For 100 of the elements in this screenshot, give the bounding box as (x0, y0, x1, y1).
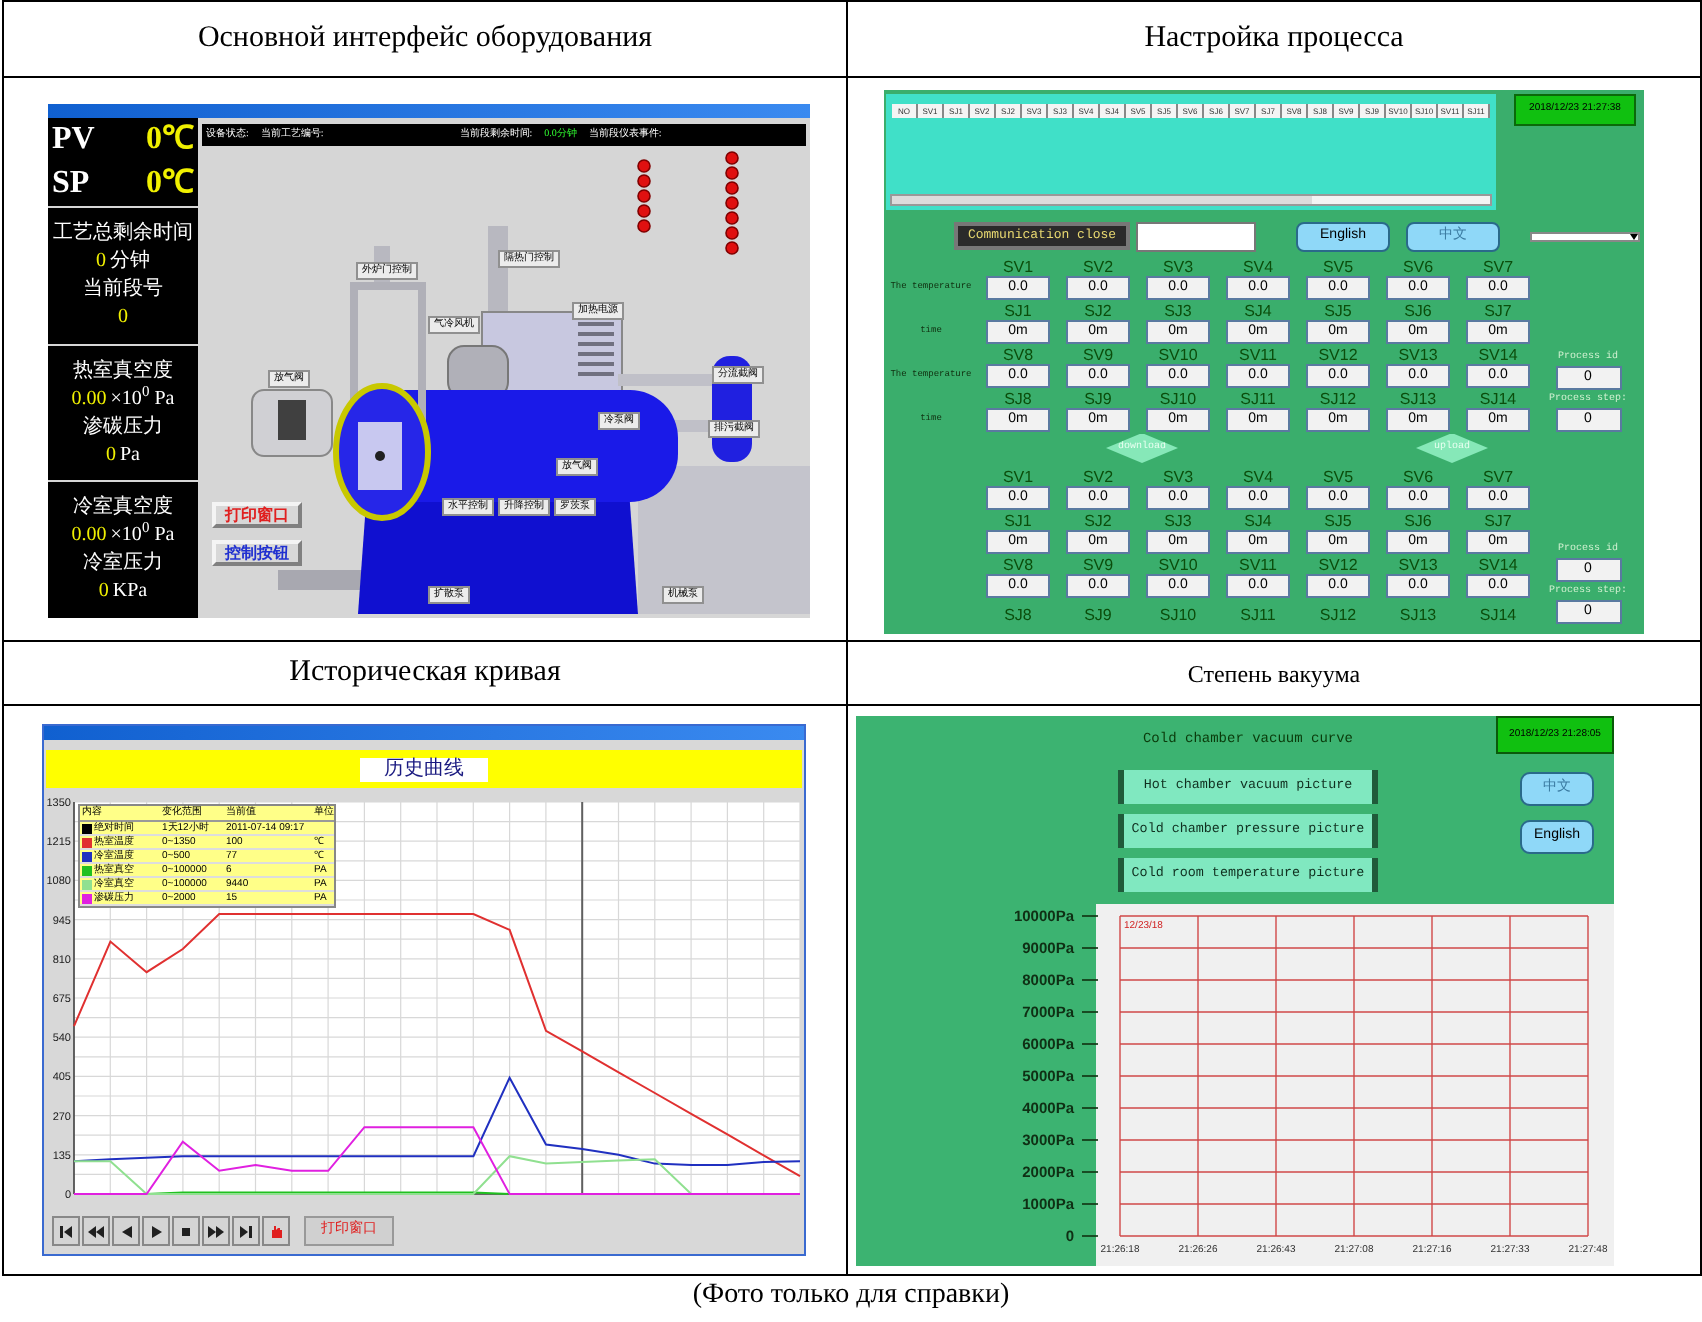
reading-value: 0 (98, 580, 109, 605)
parameter-label: SJ8 (1004, 606, 1032, 624)
parameter-label: SJ10 (1159, 606, 1197, 624)
reading-label: 当前段号 (83, 277, 163, 302)
parameter-label: SV14 (1478, 346, 1518, 364)
parameter-label: SV7 (1482, 468, 1514, 486)
parameter-label: SV8 (1002, 556, 1034, 574)
figure-heading: Настройка процесса (1144, 20, 1404, 59)
parameter-label: SV5 (1322, 258, 1354, 276)
dropdown[interactable] (1530, 231, 1640, 241)
reading-label: ×10$^{0}$ Pa (110, 387, 175, 411)
parameter-label: SV9 (1082, 556, 1114, 574)
parameter-label: SJ3 (1164, 302, 1192, 320)
parameter-label: SV12 (1318, 346, 1358, 364)
parameter-label: SJ11 (1240, 390, 1276, 408)
parameter-label: SJ12 (1319, 606, 1357, 624)
diagram-button[interactable]: 控制按钮 (212, 540, 302, 566)
chart-title: 历史曲线 (360, 757, 488, 781)
parameter-label: SV7 (1482, 258, 1514, 276)
skip-forward-icon (238, 1223, 254, 1239)
rewind-icon (88, 1223, 104, 1239)
parameter-label: SJ9 (1084, 606, 1112, 624)
reading-label: 冷室压力 (83, 552, 163, 577)
parameter-label: SJ13 (1399, 390, 1437, 408)
parameter-label: SJ9 (1084, 390, 1112, 408)
parameter-label: SV6 (1402, 258, 1434, 276)
reading-value: 0.00 (71, 387, 107, 411)
play-button[interactable] (142, 1216, 170, 1246)
reading-label: 热室真空度 (73, 359, 173, 383)
parameter-label: SJ3 (1164, 512, 1192, 530)
parameter-label: SV4 (1242, 258, 1274, 276)
parameter-label: SJ14 (1479, 390, 1517, 408)
parameter-label: SJ1 (1004, 302, 1032, 320)
parameter-label: SJ10 (1159, 390, 1197, 408)
reading-value: 0 (96, 249, 106, 274)
parameter-label: SV3 (1162, 468, 1194, 486)
reading-label: 冷室真空度 (73, 496, 173, 521)
parameter-label: SV2 (1082, 258, 1114, 276)
reading-label: SP (52, 166, 90, 202)
parameter-label: SJ11 (1240, 606, 1276, 624)
parameter-label: SV11 (1239, 556, 1277, 574)
reading-value: 0℃ (146, 166, 194, 202)
parameter-label: SJ6 (1404, 512, 1432, 530)
reading-label: 分钟 (110, 249, 150, 274)
last-button[interactable] (232, 1216, 260, 1246)
reading-value: 0℃ (146, 122, 194, 158)
parameter-label: SJ5 (1324, 512, 1352, 530)
reading-label: Pa (120, 443, 140, 467)
parameter-label: SJ7 (1484, 302, 1512, 320)
back-button[interactable] (112, 1216, 140, 1246)
parameter-label: SV10 (1158, 346, 1198, 364)
parameter-label: SV13 (1398, 556, 1438, 574)
stop-button[interactable] (172, 1216, 200, 1246)
fast-forward-icon (208, 1223, 224, 1239)
fast-forward-button[interactable] (202, 1216, 230, 1246)
reading-label: PV (52, 122, 95, 158)
reading-label: ×10$^{0}$ Pa (110, 524, 175, 549)
stop-icon (178, 1223, 194, 1239)
parameter-label: SJ12 (1319, 390, 1357, 408)
reading-label: 工艺总剩余时间 (53, 221, 193, 246)
parameter-label: SJ4 (1244, 512, 1272, 530)
parameter-label: SV9 (1082, 346, 1114, 364)
reading-label: 渗碳压力 (83, 415, 163, 439)
reading-value: 0 (106, 443, 116, 467)
parameter-label: SJ5 (1324, 302, 1352, 320)
connection-field[interactable] (1136, 221, 1256, 251)
parameter-label: SJ7 (1484, 512, 1512, 530)
play-back-icon (118, 1223, 134, 1239)
reading-label: KPa (112, 580, 148, 605)
first-button[interactable] (52, 1216, 80, 1246)
reading-value: 0.00 (71, 524, 107, 549)
reading-value: 0 (118, 305, 128, 330)
play-icon (148, 1223, 164, 1239)
parameter-label: SJ6 (1404, 302, 1432, 320)
parameter-label: SJ4 (1244, 302, 1272, 320)
hand-icon (268, 1223, 284, 1239)
horizontal-scrollbar[interactable] (890, 194, 1492, 206)
parameter-label: SV5 (1322, 468, 1354, 486)
parameter-label: SV11 (1239, 346, 1277, 364)
parameter-label: SV1 (1002, 258, 1034, 276)
parameter-label: SV6 (1402, 468, 1434, 486)
figure-heading: Историческая кривая (289, 654, 561, 693)
caret-icon (1630, 233, 1638, 239)
rewind-button[interactable] (82, 1216, 110, 1246)
parameter-label: SJ8 (1004, 390, 1032, 408)
parameter-label: SJ2 (1084, 302, 1112, 320)
parameter-label: SV8 (1002, 346, 1034, 364)
caption: (Фото только для справки) (692, 1280, 1010, 1312)
figure-heading: Степень вакуума (1187, 657, 1361, 691)
parameter-label: SV12 (1318, 556, 1358, 574)
parameter-label: SV4 (1242, 468, 1274, 486)
parameter-label: SV3 (1162, 258, 1194, 276)
parameter-label: SV14 (1478, 556, 1518, 574)
skip-back-icon (58, 1223, 74, 1239)
parameter-label: SJ2 (1084, 512, 1112, 530)
parameter-label: SV10 (1158, 556, 1198, 574)
parameter-label: SJ14 (1479, 606, 1517, 624)
valve-drawing (251, 389, 333, 457)
figure-heading: Основной интерфейс оборудования (197, 20, 653, 59)
parameter-label: SJ1 (1004, 512, 1032, 530)
